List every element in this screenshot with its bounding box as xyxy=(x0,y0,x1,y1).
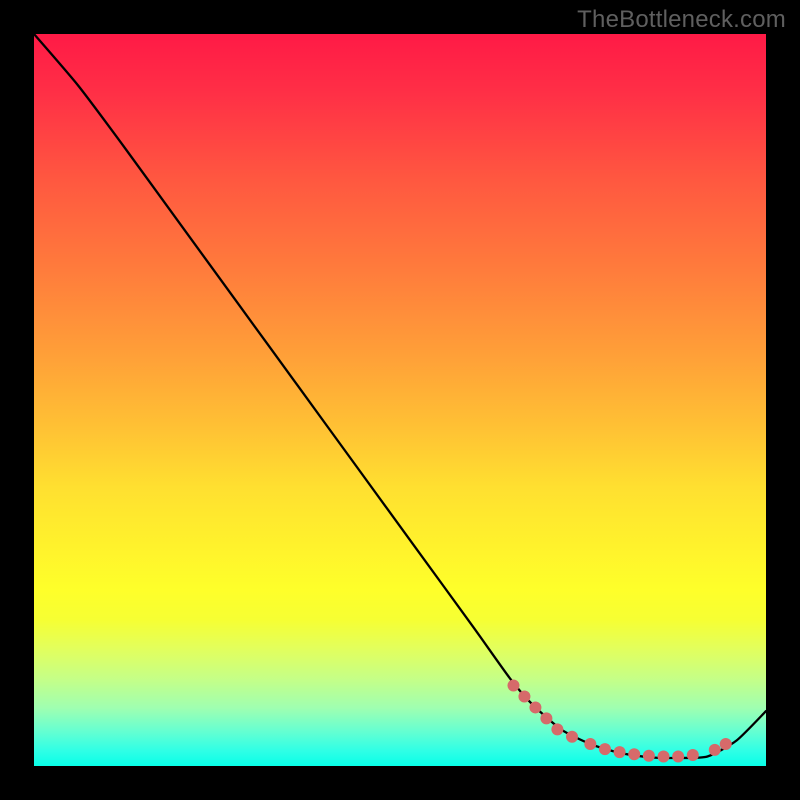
chart-svg xyxy=(34,34,766,766)
marker xyxy=(709,744,721,756)
marker xyxy=(566,731,578,743)
main-curve xyxy=(34,34,766,758)
marker xyxy=(643,750,655,762)
marker xyxy=(551,723,563,735)
marker xyxy=(599,743,611,755)
marker xyxy=(658,750,670,762)
marker xyxy=(540,712,552,724)
marker xyxy=(584,738,596,750)
marker xyxy=(614,746,626,758)
marker xyxy=(529,701,541,713)
marker xyxy=(507,679,519,691)
chart-area xyxy=(34,34,766,766)
marker xyxy=(720,738,732,750)
marker xyxy=(672,750,684,762)
marker xyxy=(687,749,699,761)
markers xyxy=(507,679,731,762)
marker xyxy=(628,748,640,760)
watermark-text: TheBottleneck.com xyxy=(577,6,786,34)
marker xyxy=(518,690,530,702)
